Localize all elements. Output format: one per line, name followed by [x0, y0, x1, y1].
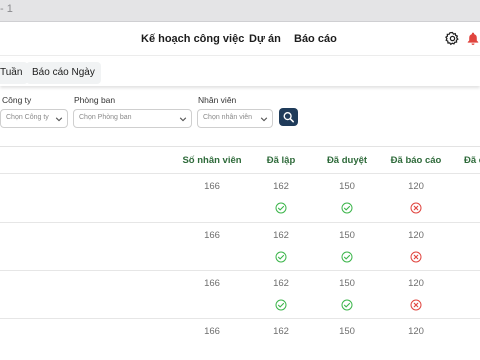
cell-reported: 120 — [408, 278, 424, 289]
cell-approved: 150 — [339, 326, 355, 337]
table-top-divider — [0, 146, 480, 147]
row-divider — [0, 270, 480, 271]
check-circle-icon — [341, 299, 353, 311]
x-circle-icon — [410, 299, 422, 311]
x-circle-icon — [410, 251, 422, 263]
search-icon — [283, 112, 294, 123]
cell-employees: 166 — [204, 230, 220, 241]
cell-created: 162 — [273, 230, 289, 241]
column-header-approved: Đã duyệt — [326, 155, 368, 166]
row-divider — [0, 173, 480, 174]
check-circle-icon — [341, 251, 353, 263]
check-circle-icon — [275, 251, 287, 263]
nav-item-reports[interactable]: Báo cáo — [294, 33, 337, 45]
chevron-down-icon — [55, 117, 63, 122]
cell-approved: 150 — [339, 230, 355, 241]
row-divider — [0, 222, 480, 223]
window-title: - 1 — [0, 3, 13, 15]
column-header-created: Đã lập — [266, 155, 296, 166]
cell-created: 162 — [273, 326, 289, 337]
column-header-employees: Số nhân viên — [182, 155, 242, 166]
x-circle-icon — [410, 202, 422, 214]
cell-reported: 120 — [408, 326, 424, 337]
company-select[interactable]: Chọn Công ty — [0, 109, 68, 128]
cell-approved: 150 — [339, 181, 355, 192]
employee-filter-label: Nhân viên — [198, 95, 237, 105]
cell-approved: 150 — [339, 278, 355, 289]
tab-daily-report[interactable]: Báo cáo Ngày — [26, 62, 101, 84]
chevron-down-icon — [260, 117, 268, 122]
check-circle-icon — [341, 202, 353, 214]
tab-weekly[interactable]: Tuần — [0, 62, 29, 84]
employee-select-placeholder: Chọn nhân viên — [203, 114, 253, 121]
cell-employees: 166 — [204, 326, 220, 337]
cell-created: 162 — [273, 278, 289, 289]
department-filter-label: Phòng ban — [74, 95, 116, 105]
report-subtabs: Tuần Báo cáo Ngày — [0, 58, 480, 86]
bell-icon[interactable] — [466, 31, 480, 46]
column-header-reported: Đã báo cáo — [390, 155, 442, 166]
employee-select[interactable]: Chọn nhân viên — [197, 109, 273, 128]
company-select-placeholder: Chọn Công ty — [6, 114, 49, 121]
nav-item-projects[interactable]: Dự án — [249, 33, 281, 45]
cell-reported: 120 — [408, 230, 424, 241]
cell-employees: 166 — [204, 181, 220, 192]
window-titlebar: - 1 — [0, 0, 480, 22]
cell-employees: 166 — [204, 278, 220, 289]
chevron-down-icon — [179, 117, 187, 122]
check-circle-icon — [275, 202, 287, 214]
check-circle-icon — [275, 299, 287, 311]
cell-reported: 120 — [408, 181, 424, 192]
top-navbar: Kế hoạch công việc Dự án Báo cáo — [0, 22, 480, 56]
cell-created: 162 — [273, 181, 289, 192]
search-button[interactable] — [279, 108, 298, 126]
department-select-placeholder: Chọn Phòng ban — [79, 114, 132, 121]
gear-icon[interactable] — [445, 31, 460, 46]
row-divider — [0, 318, 480, 319]
nav-item-work-plan[interactable]: Kế hoạch công việc — [141, 33, 244, 45]
column-header-extra: Đã c — [464, 155, 480, 166]
company-filter-label: Công ty — [2, 95, 32, 105]
department-select[interactable]: Chọn Phòng ban — [73, 109, 192, 128]
